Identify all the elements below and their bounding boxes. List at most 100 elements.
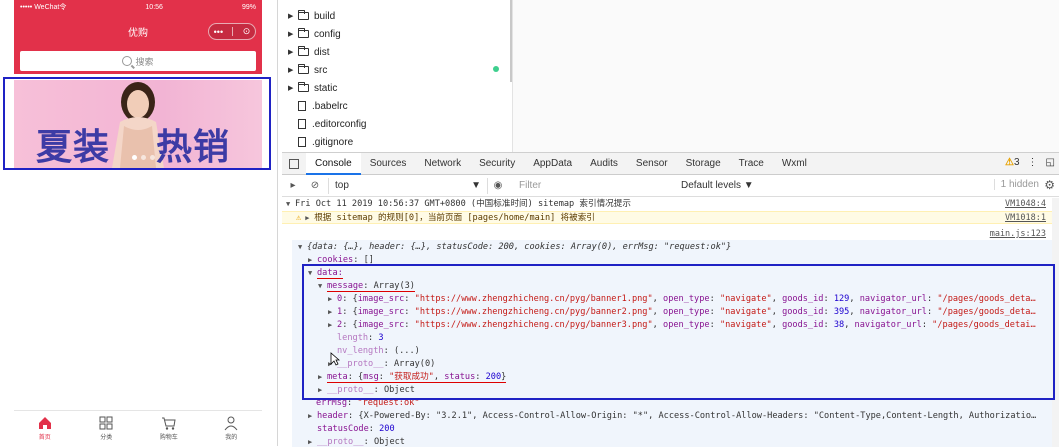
devtools-tab-actions: ⚠3 ⋮ ◱: [1005, 157, 1055, 168]
tree-label: .editorconfig: [312, 118, 367, 130]
kebab-menu-icon[interactable]: ⋮: [1028, 157, 1038, 168]
tab-wxml[interactable]: Wxml: [773, 153, 816, 175]
tree-file-babelrc[interactable]: .babelrc: [288, 98, 348, 114]
source-link[interactable]: VM1018:1: [1005, 212, 1046, 225]
expand-arrow-icon[interactable]: ▶: [305, 212, 314, 225]
tree-file-editorconfig[interactable]: .editorconfig: [288, 116, 366, 132]
tree-row-header[interactable]: ▶ header: {X-Powered-By: "3.2.1", Access-…: [282, 410, 1052, 423]
tree-folder-build[interactable]: ▶ build: [288, 8, 335, 24]
log-row: main.js:123: [282, 228, 1052, 241]
highlight-box-data: [302, 264, 1055, 400]
collapse-arrow-icon[interactable]: ▼: [286, 198, 295, 211]
levels-dropdown[interactable]: Default levels ▼: [681, 180, 754, 191]
mouse-cursor-icon: [330, 352, 340, 366]
chevron-down-icon: ▼: [471, 180, 481, 191]
expand-arrow-icon[interactable]: ▶: [308, 410, 317, 423]
tree-folder-static[interactable]: ▶ static: [288, 80, 337, 96]
object-summary-row[interactable]: ▼ {data: {…}, header: {…}, statusCode: 20…: [282, 241, 1052, 254]
inspect-icon[interactable]: [289, 158, 299, 169]
log-text: Fri Oct 11 2019 10:56:37 GMT+0800 (中国标准时…: [295, 199, 631, 209]
search-placeholder: 搜索: [135, 56, 154, 67]
folder-icon: [298, 28, 309, 38]
tree-label: static: [314, 82, 338, 94]
category-icon: [99, 416, 113, 430]
context-select[interactable]: top ▼: [328, 177, 488, 194]
eye-icon[interactable]: ◉: [492, 180, 504, 192]
tree-file-gitignore[interactable]: .gitignore: [288, 134, 353, 150]
collapse-arrow-icon[interactable]: ▼: [298, 241, 307, 254]
wechat-capsule[interactable]: ••• ⊙: [208, 23, 256, 40]
tab-home[interactable]: 首页: [37, 411, 53, 446]
prop-value: 200: [379, 424, 395, 434]
tab-user[interactable]: 我的: [223, 411, 239, 446]
tab-bar: 首页 分类 购物车 我的: [14, 410, 262, 446]
folder-icon: [298, 46, 309, 56]
tab-security[interactable]: Security: [470, 153, 524, 175]
capsule-divider: [232, 27, 234, 36]
user-icon: [224, 416, 238, 431]
tree-folder-src[interactable]: ▶ src: [288, 62, 327, 78]
warning-text: 根据 sitemap 的规则[0]，当前页面 [pages/home/main]…: [314, 213, 595, 223]
file-icon: [298, 137, 306, 147]
tab-audits[interactable]: Audits: [581, 153, 627, 175]
tree-label: .gitignore: [312, 136, 354, 148]
tab-appdata[interactable]: AppData: [524, 153, 581, 175]
expand-arrow-icon[interactable]: ▶: [308, 436, 317, 447]
log-group-header[interactable]: ▼ Fri Oct 11 2019 10:56:37 GMT+0800 (中国标准…: [282, 198, 1052, 211]
nav-title: 优购: [128, 27, 148, 39]
tab-cart[interactable]: 购物车: [160, 411, 178, 446]
tree-row-proto[interactable]: ▶ __proto__: Object: [282, 436, 1052, 447]
tab-sensor[interactable]: Sensor: [627, 153, 677, 175]
phone-simulator: ••••• WeChat令 10:56 99% 优购 ••• ⊙ 搜索 夏装 热…: [0, 0, 278, 446]
prop-key: header: [317, 411, 349, 421]
tab-label: 首页: [38, 435, 51, 441]
tab-sources[interactable]: Sources: [361, 153, 416, 175]
home-icon: [38, 417, 51, 429]
gear-icon[interactable]: ⚙: [1044, 178, 1055, 192]
tab-storage[interactable]: Storage: [677, 153, 730, 175]
tree-label: dist: [314, 46, 330, 58]
source-link[interactable]: main.js:123: [990, 228, 1046, 241]
tree-label: src: [314, 64, 328, 76]
nav-bar: 优购 ••• ⊙: [14, 14, 262, 48]
search-input[interactable]: 搜索: [20, 51, 256, 71]
tree-label: config: [314, 28, 341, 40]
tree-label: build: [314, 10, 336, 22]
object-summary: {data: {…}, header: {…}, statusCode: 200…: [307, 242, 732, 252]
source-link[interactable]: VM1048:4: [1005, 198, 1046, 211]
tab-category[interactable]: 分类: [98, 411, 114, 446]
tab-console[interactable]: Console: [306, 152, 361, 175]
warning-count: 3: [1013, 157, 1020, 168]
warning-count-badge[interactable]: ⚠3: [1005, 157, 1020, 168]
tab-label: 购物车: [159, 435, 178, 441]
prop-value: {X-Powered-By: "3.2.1", Access-Control-A…: [358, 411, 1037, 421]
tree-folder-config[interactable]: ▶ config: [288, 26, 341, 42]
clear-console-icon[interactable]: ⊘: [309, 180, 321, 192]
tab-network[interactable]: Network: [415, 153, 470, 175]
tree-label: .babelrc: [312, 100, 348, 112]
more-icon[interactable]: •••: [214, 27, 223, 37]
battery-label: 99%: [241, 3, 256, 11]
tab-trace[interactable]: Trace: [730, 153, 773, 175]
folder-icon: [298, 82, 309, 92]
tree-folder-dist[interactable]: ▶ dist: [288, 44, 330, 60]
warning-icon: ⚠: [296, 213, 302, 223]
context-value: top: [335, 180, 349, 191]
expand-arrow-icon: ▶: [288, 31, 294, 38]
expand-arrow-icon: ▶: [288, 49, 294, 56]
file-icon: [298, 119, 306, 129]
cart-icon: [161, 417, 176, 430]
status-bar: ••••• WeChat令 10:56 99%: [14, 0, 262, 14]
search-bar: 搜索: [14, 48, 262, 74]
close-icon[interactable]: ⊙: [243, 26, 251, 37]
expand-arrow-icon: ▶: [288, 85, 294, 92]
warning-row: ⚠ ▶ 根据 sitemap 的规则[0]，当前页面 [pages/home/mai…: [282, 211, 1052, 224]
tab-label: 分类: [100, 435, 113, 441]
carrier-label: ••••• WeChat令: [20, 4, 67, 11]
dock-icon[interactable]: ◱: [1046, 157, 1055, 168]
highlight-box-banner: [3, 77, 271, 170]
hidden-count: 1 hidden: [993, 179, 1039, 190]
filter-input[interactable]: Filter: [515, 178, 675, 194]
sidebar-toggle-icon[interactable]: ▸: [287, 180, 299, 192]
editor-area: [512, 0, 1059, 152]
